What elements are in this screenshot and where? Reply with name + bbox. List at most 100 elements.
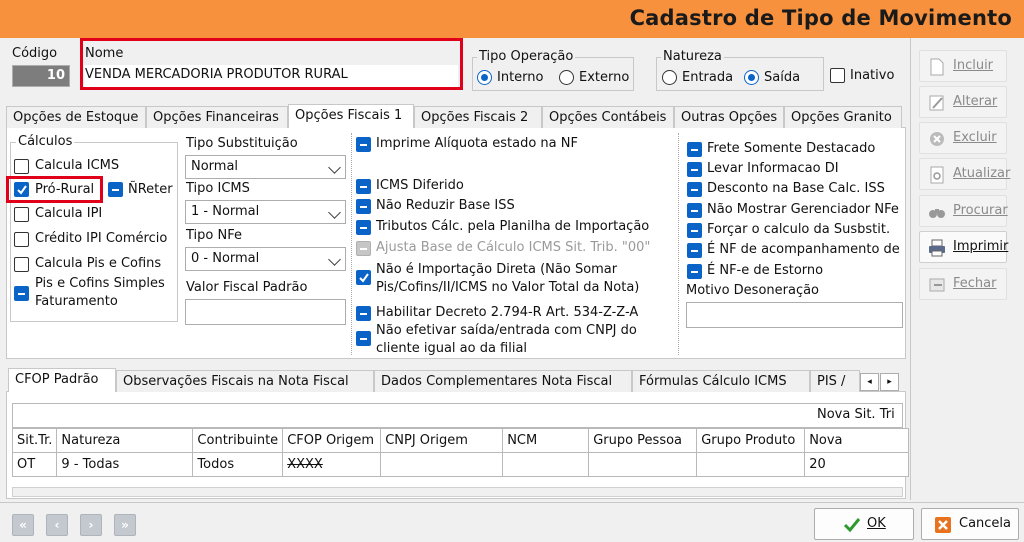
calcula-icms-label: Calcula ICMS (35, 158, 120, 173)
tab-opcoes-estoque[interactable]: Opções de Estoque (6, 106, 146, 128)
habilitar-checkbox[interactable] (356, 306, 371, 321)
tipo-subst-label: Tipo Substituição (186, 136, 298, 151)
tipo-icms-select[interactable]: 1 - Normal (185, 200, 346, 224)
tab-opcoes-granito[interactable]: Opções Granito (784, 106, 902, 128)
grid-header-cell[interactable]: Natureza (56, 428, 194, 453)
title-bar: Cadastro de Tipo de Movimento (0, 0, 1024, 38)
first-record-icon[interactable]: « (12, 514, 34, 536)
grid-cell[interactable] (696, 452, 806, 477)
tab-scroll-right-icon[interactable]: ▸ (880, 373, 899, 391)
pis-simples-checkbox[interactable] (14, 286, 29, 301)
codigo-field[interactable]: 10 (12, 65, 70, 87)
tab-formulas-icms[interactable]: Fórmulas Cálculo ICMS (632, 370, 810, 392)
interno-label: Interno (497, 70, 544, 85)
grid-horizontal-scrollbar[interactable] (12, 487, 903, 497)
calcula-ipi-checkbox[interactable] (14, 207, 29, 222)
excluir-button[interactable]: Excluir (919, 122, 1007, 154)
tab-dados-complementares[interactable]: Dados Complementares Nota Fiscal (374, 370, 632, 392)
procurar-button[interactable]: Procurar (919, 195, 1008, 227)
nome-input[interactable]: VENDA MERCADORIA PRODUTOR RURAL (84, 65, 458, 87)
tab-outras-opcoes[interactable]: Outras Opções (674, 106, 784, 128)
tab-scroll-left-icon[interactable]: ◂ (860, 373, 879, 391)
incluir-button[interactable]: Incluir (919, 50, 1007, 82)
grid-cell[interactable] (380, 452, 504, 477)
last-record-icon[interactable]: » (114, 514, 136, 536)
grid-cell[interactable]: XXXX (282, 452, 382, 477)
cfop-grid[interactable]: Sit.Tr. Natureza Contribuinte CFOP Orige… (11, 428, 910, 477)
cancel-button[interactable]: Cancela (921, 508, 1019, 540)
inativo-checkbox[interactable] (830, 68, 845, 83)
imprimir-button[interactable]: Imprimir (919, 231, 1008, 263)
saida-label: Saída (764, 70, 801, 85)
alterar-button[interactable]: Alterar (919, 86, 1007, 118)
nao-importacao-checkbox[interactable] (356, 270, 371, 285)
ajusta-base-label: Ajusta Base de Cálculo ICMS Sit. Trib. "… (376, 240, 651, 255)
nao-efetivar-checkbox[interactable] (356, 331, 371, 346)
saida-radio[interactable] (744, 70, 759, 85)
grid-cell[interactable] (588, 452, 698, 477)
tipo-nfe-select[interactable]: 0 - Normal (185, 247, 346, 271)
grid-header-cell[interactable]: CFOP Origem (282, 428, 382, 453)
levar-checkbox[interactable] (687, 162, 702, 177)
valor-fiscal-label: Valor Fiscal Padrão (186, 280, 308, 295)
valor-fiscal-input[interactable] (185, 299, 346, 325)
forcar-checkbox[interactable] (687, 223, 702, 238)
externo-radio[interactable] (559, 70, 574, 85)
previous-record-icon[interactable]: ‹ (46, 514, 68, 536)
tipo-nfe-label: Tipo NFe (186, 228, 242, 243)
nao-mostrar-checkbox[interactable] (687, 203, 702, 218)
nf-acomp-checkbox[interactable] (687, 243, 702, 258)
grid-header-cell[interactable]: Nova (804, 428, 910, 453)
grid-header-cell[interactable]: Sit.Tr. (11, 428, 58, 453)
tipo-icms-value: 1 - Normal (191, 204, 260, 219)
tab-opcoes-financeiras[interactable]: Opções Financeiras (146, 106, 288, 128)
imprime-aliquota-checkbox[interactable] (356, 137, 371, 152)
printer-icon (929, 239, 945, 257)
tab-observacoes-fiscais[interactable]: Observações Fiscais na Nota Fiscal (116, 370, 374, 392)
calcula-pis-checkbox[interactable] (14, 257, 29, 272)
grid-header-cell[interactable]: CNPJ Origem (380, 428, 504, 453)
grid-cell[interactable]: 20 (804, 452, 910, 477)
grid-header-cell[interactable]: Grupo Produto (696, 428, 806, 453)
table-row[interactable]: OT 9 - Todas Todos XXXX 20 (11, 452, 910, 477)
calcula-icms-checkbox[interactable] (14, 159, 29, 174)
ok-button[interactable]: OK (814, 508, 914, 540)
grid-cell[interactable] (502, 452, 590, 477)
atualizar-button[interactable]: Atualizar (919, 158, 1011, 190)
grid-cell[interactable]: OT (11, 452, 58, 477)
interno-radio[interactable] (477, 70, 492, 85)
nao-reduzir-label: Não Reduzir Base ISS (376, 198, 515, 213)
icms-diferido-checkbox[interactable] (356, 179, 371, 194)
grid-header-cell[interactable]: Contribuinte (192, 428, 284, 453)
grid-cell[interactable]: 9 - Todas (56, 452, 194, 477)
tipo-subst-select[interactable]: Normal (185, 155, 346, 179)
grid-cell[interactable]: Todos (192, 452, 284, 477)
nao-reduzir-checkbox[interactable] (356, 199, 371, 214)
credito-ipi-checkbox[interactable] (14, 232, 29, 247)
nreter-checkbox[interactable] (108, 182, 123, 197)
nfe-estorno-checkbox[interactable] (687, 264, 702, 279)
procurar-label: Procurar (953, 203, 1008, 218)
desconto-checkbox[interactable] (687, 182, 702, 197)
grid-header-cell[interactable]: NCM (502, 428, 590, 453)
frete-checkbox[interactable] (687, 142, 702, 157)
nreter-label: ÑReter (128, 182, 173, 197)
pro-rural-checkbox[interactable] (14, 182, 29, 197)
entrada-radio[interactable] (662, 70, 677, 85)
tipo-nfe-value: 0 - Normal (191, 251, 260, 266)
tributos-checkbox[interactable] (356, 220, 371, 235)
cancel-icon (935, 517, 951, 533)
tab-opcoes-fiscais-2[interactable]: Opções Fiscais 2 (414, 106, 542, 128)
tab-opcoes-fiscais-1[interactable]: Opções Fiscais 1 (288, 104, 414, 128)
next-record-icon[interactable]: › (80, 514, 102, 536)
tributos-label: Tributos Cálc. pela Planilha de Importaç… (376, 219, 650, 234)
fechar-button[interactable]: Fechar (919, 268, 1007, 300)
nfe-estorno-label: É NF-e de Estorno (707, 263, 824, 278)
motivo-input[interactable] (686, 302, 903, 328)
grid-header-cell[interactable]: Grupo Pessoa (588, 428, 698, 453)
tab-opcoes-contabeis[interactable]: Opções Contábeis (542, 106, 674, 128)
atualizar-label: Atualizar (953, 166, 1011, 181)
tab-cfop-padrao[interactable]: CFOP Padrão (8, 368, 116, 392)
tab-pis[interactable]: PIS / (810, 370, 860, 392)
ajusta-base-checkbox (356, 241, 371, 256)
